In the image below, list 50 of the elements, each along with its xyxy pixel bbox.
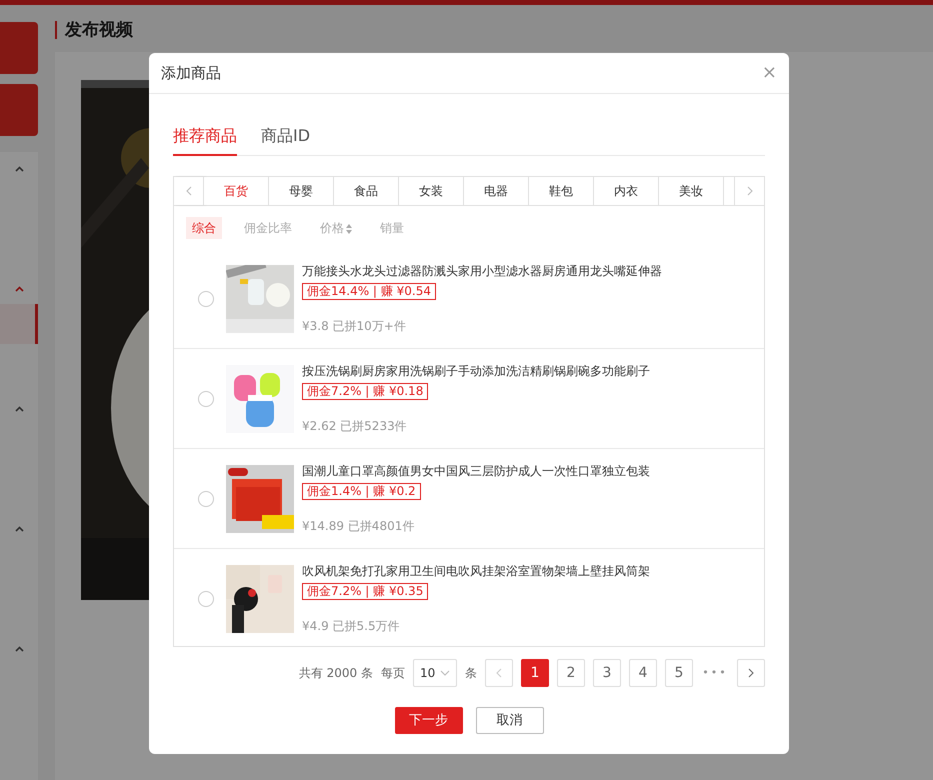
next-step-button[interactable]: 下一步 [394, 707, 462, 734]
total-count: 共有 2000 条 [298, 665, 373, 682]
chevron-up-icon[interactable] [14, 526, 24, 532]
sort-option[interactable]: 综合 [186, 217, 222, 239]
sidebar-button[interactable] [0, 22, 38, 74]
product-title: 国潮儿童口罩高颜值男女中国风三层防护成人一次性口罩独立包装 [302, 462, 650, 478]
unit-label: 条 [465, 665, 477, 682]
page-title: 发布视频 [55, 21, 133, 39]
chevron-up-icon[interactable] [14, 166, 24, 172]
dialog-title: 添加商品 [161, 62, 221, 84]
selected-sidebar-item[interactable] [0, 304, 38, 344]
product-title: 吹风机架免打孔家用卫生间电吹风挂架浴室置物架墙上壁挂风筒架 [302, 562, 650, 578]
radio-button[interactable] [198, 590, 214, 606]
price-sales-text: ¥4.9 已拼5.5万件 [302, 618, 400, 634]
radio-button[interactable] [198, 490, 214, 506]
price-sales-text: ¥2.62 已拼5233件 [302, 418, 407, 434]
tab[interactable]: 推荐商品 [173, 124, 237, 156]
page-size-select[interactable]: 10 [413, 659, 457, 687]
commission-tag: 佣金7.2% | 赚 ¥0.18 [302, 382, 428, 400]
page-button[interactable]: 2 [557, 659, 585, 687]
chevron-left-icon [496, 668, 502, 678]
price-sales-text: ¥3.8 已拼10万+件 [302, 318, 406, 334]
chevron-left-icon [186, 186, 192, 196]
next-page-button[interactable] [737, 659, 765, 687]
chevron-right-icon [748, 668, 754, 678]
sort-icon [346, 224, 352, 234]
price-sales-text: ¥14.89 已拼4801件 [302, 518, 414, 534]
page-button[interactable]: 3 [593, 659, 621, 687]
chevron-up-icon[interactable] [14, 406, 24, 412]
commission-tag: 佣金7.2% | 赚 ¥0.35 [302, 582, 428, 600]
sidebar-button[interactable] [0, 84, 38, 136]
commission-tag: 佣金1.4% | 赚 ¥0.2 [302, 482, 421, 500]
chevron-up-icon[interactable] [14, 286, 24, 292]
tab[interactable]: 商品ID [261, 124, 310, 156]
radio-button[interactable] [198, 290, 214, 306]
page-button[interactable]: 1 [521, 659, 549, 687]
caret-icon [440, 670, 450, 676]
cancel-button[interactable]: 取消 [476, 707, 544, 734]
product-title: 按压洗锅刷厨房家用洗锅刷子手动添加洗洁精刷锅刷碗多功能刷子 [302, 362, 650, 378]
per-page-label: 每页 [381, 665, 405, 682]
ellipsis: ••• [701, 664, 729, 681]
chevron-right-icon [746, 186, 752, 196]
page-button[interactable]: 5 [665, 659, 693, 687]
scroll-left-button[interactable] [174, 177, 204, 205]
chevron-up-icon[interactable] [14, 646, 24, 652]
page-button[interactable]: 4 [629, 659, 657, 687]
product-title: 万能接头水龙头过滤器防溅头家用小型滤水器厨房通用龙头嘴延伸器 [302, 262, 662, 278]
radio-button[interactable] [198, 390, 214, 406]
commission-tag: 佣金14.4% | 赚 ¥0.54 [302, 282, 436, 300]
previous-page-button[interactable] [485, 659, 513, 687]
